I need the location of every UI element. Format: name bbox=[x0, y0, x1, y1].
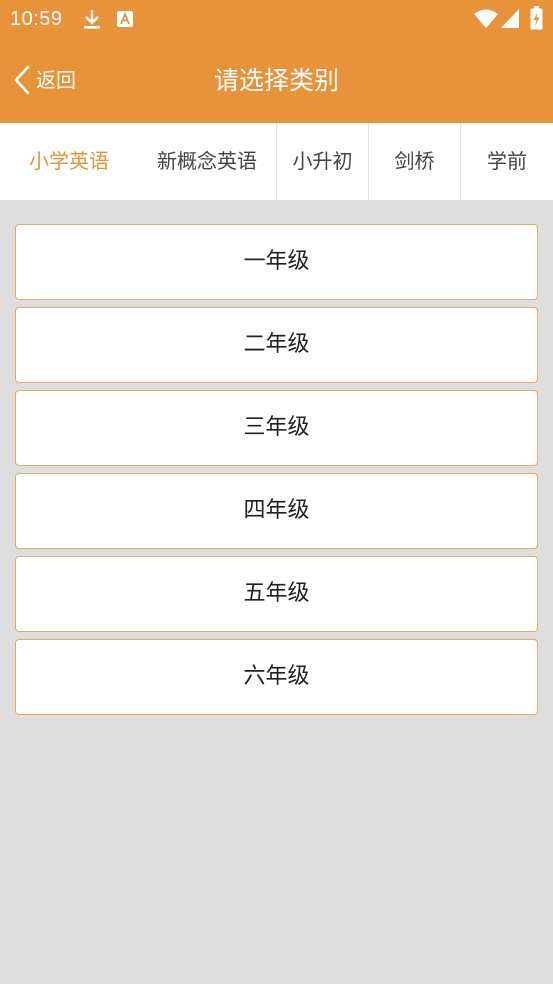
status-time: 10:59 bbox=[10, 8, 63, 30]
grade-item-grade-1[interactable]: 一年级 bbox=[15, 224, 538, 300]
grade-item-grade-4[interactable]: 四年级 bbox=[15, 473, 538, 549]
header-bar: 返回 请选择类别 bbox=[0, 38, 553, 123]
grade-list: 一年级 二年级 三年级 四年级 五年级 六年级 bbox=[15, 224, 538, 722]
grade-item-grade-2[interactable]: 二年级 bbox=[15, 307, 538, 383]
chevron-left-icon bbox=[12, 65, 32, 95]
back-label: 返回 bbox=[36, 68, 76, 92]
tab-primary-to-junior[interactable]: 小升初 bbox=[277, 123, 368, 200]
font-a-icon bbox=[116, 10, 134, 32]
tab-primary-english[interactable]: 小学英语 bbox=[0, 123, 138, 200]
tab-preschool[interactable]: 学前 bbox=[461, 123, 553, 200]
tab-cambridge[interactable]: 剑桥 bbox=[369, 123, 460, 200]
back-button[interactable]: 返回 bbox=[12, 60, 102, 100]
wifi-icon bbox=[474, 9, 498, 33]
grade-item-grade-3[interactable]: 三年级 bbox=[15, 390, 538, 466]
category-tab-bar: 小学英语 新概念英语 小升初 剑桥 学前 bbox=[0, 123, 553, 200]
download-icon bbox=[82, 8, 102, 34]
cellular-signal-icon bbox=[501, 9, 519, 32]
battery-charging-icon bbox=[530, 6, 543, 34]
grade-item-grade-6[interactable]: 六年级 bbox=[15, 639, 538, 715]
grade-item-grade-5[interactable]: 五年级 bbox=[15, 556, 538, 632]
tab-new-concept-english[interactable]: 新概念英语 bbox=[138, 123, 276, 200]
status-bar: 10:59 bbox=[0, 0, 553, 38]
